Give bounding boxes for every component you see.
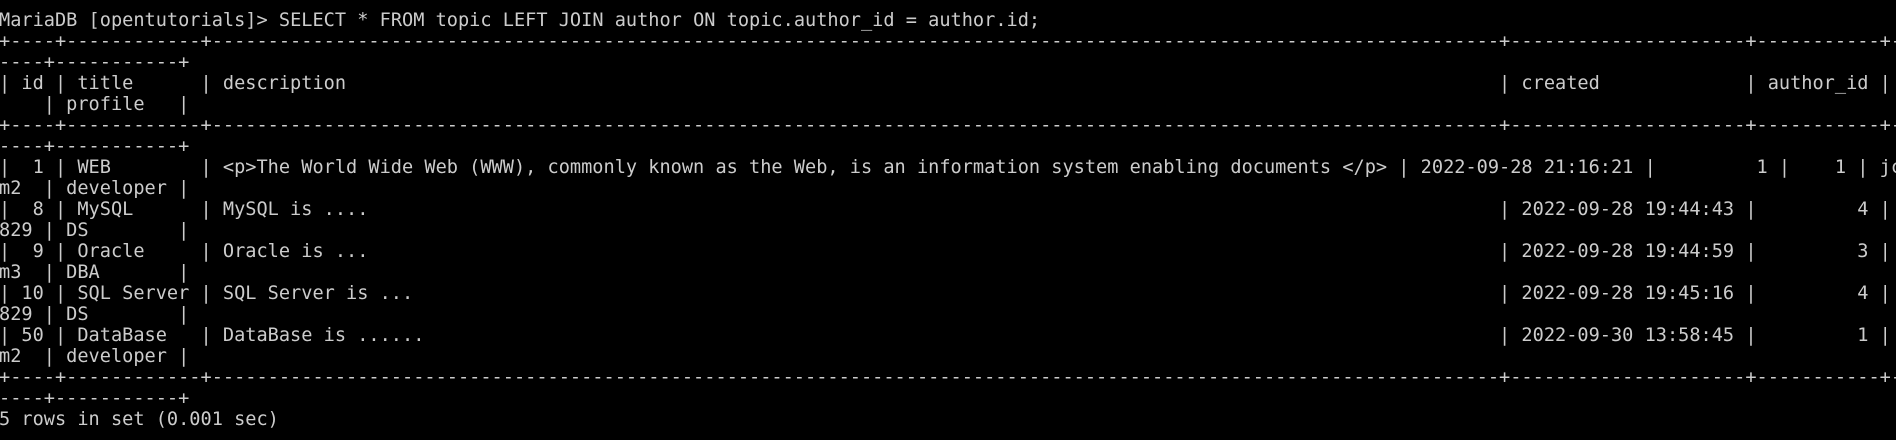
table-row-wrap: m2 | developer |: [0, 346, 190, 367]
table-header-separator-wrap: ----+-----------+: [0, 136, 190, 157]
table-row-wrap: 829 | DS |: [0, 220, 190, 241]
table-row: | 8 | MySQL | MySQL is .... | 2022-09-28…: [0, 199, 1896, 220]
table-border-bottom-wrap: ----+-----------+: [0, 388, 190, 409]
table-border-bottom: +----+------------+---------------------…: [0, 367, 1896, 388]
command-line: MariaDB [opentutorials]> SELECT * FROM t…: [0, 10, 1896, 31]
table-row-wrap: m3 | DBA |: [0, 262, 190, 283]
command-text: SELECT * FROM topic LEFT JOIN author ON …: [278, 10, 1041, 31]
table-header-separator: +----+------------+---------------------…: [0, 115, 1896, 136]
table-row: | 10 | SQL Server | SQL Server is ... | …: [0, 283, 1896, 304]
result-summary: 5 rows in set (0.001 sec): [0, 409, 279, 430]
table-header-row-wrap: | profile |: [0, 94, 190, 115]
terminal-window[interactable]: MariaDB [opentutorials]> SELECT * FROM t…: [0, 10, 1896, 440]
table-row: | 1 | WEB | <p>The World Wide Web (WWW),…: [0, 157, 1896, 178]
table-row: | 9 | Oracle | Oracle is ... | 2022-09-2…: [0, 241, 1896, 262]
table-border-top-wrap: ----+-----------+: [0, 52, 190, 73]
prompt-text: MariaDB [opentutorials]>: [0, 10, 279, 31]
table-row-wrap: m2 | developer |: [0, 178, 190, 199]
table-row: | 50 | DataBase | DataBase is ...... | 2…: [0, 325, 1896, 346]
table-row-wrap: 829 | DS |: [0, 304, 190, 325]
table-header-row: | id | title | description | created | a…: [0, 73, 1896, 94]
table-border-top: +----+------------+---------------------…: [0, 31, 1896, 52]
